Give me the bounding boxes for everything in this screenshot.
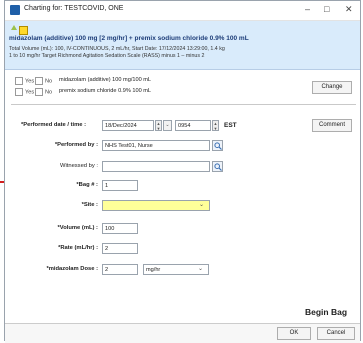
witnessed-by-field[interactable]: [102, 161, 210, 172]
checkbox-icon: [15, 77, 23, 85]
order-header: midazolam (additive) 100 mg [2 mg/hr] + …: [5, 21, 360, 70]
date-dropdown-button[interactable]: ⌄: [163, 120, 172, 131]
minimize-button[interactable]: –: [305, 4, 310, 14]
witnessed-by-label: Witnessed by :: [59, 163, 98, 169]
rate-label: *Rate (mL/hr) :: [58, 245, 98, 251]
maximize-button[interactable]: □: [324, 4, 329, 14]
action-title: Begin Bag: [305, 307, 348, 317]
window-title: Charting for: TESTCOVID, ONE: [24, 5, 124, 12]
ingredient-yes-checkbox[interactable]: Yes: [15, 77, 34, 85]
time-spinner[interactable]: ▲ ▼: [212, 120, 219, 131]
order-title: midazolam (additive) 100 mg [2 mg/hr] + …: [9, 35, 249, 42]
ingredient-name: premix sodium chloride 0.9% 100 mL: [59, 88, 152, 94]
ingredient-no-checkbox[interactable]: No: [35, 77, 52, 85]
comment-button[interactable]: Comment: [312, 119, 352, 132]
search-icon: [214, 163, 222, 171]
annotation-marker: [0, 181, 4, 183]
checkbox-icon: [35, 88, 43, 96]
order-status-icons: [10, 24, 28, 35]
time-field[interactable]: 0954: [175, 120, 211, 131]
checkbox-icon: [15, 88, 23, 96]
ingredient-name: midazolam (additive) 100 mg/100 mL: [59, 77, 152, 83]
ingredient-yes-checkbox[interactable]: Yes: [15, 88, 34, 96]
yes-label: Yes: [25, 89, 35, 96]
change-button[interactable]: Change: [312, 81, 352, 94]
footer-bar: OK Cancel: [5, 323, 360, 343]
ok-button[interactable]: OK: [277, 327, 311, 340]
performed-date-label: *Performed date / time :: [21, 122, 87, 128]
site-label: *Site :: [81, 202, 98, 208]
infusion-icon: [11, 25, 17, 30]
volume-label: *Volume (mL) :: [57, 225, 98, 231]
divider: [11, 104, 356, 105]
no-label: No: [45, 78, 53, 85]
order-detail-line2: 1 to 10 mg/hr Target Richmond Agitation …: [9, 53, 205, 59]
ingredient-no-checkbox[interactable]: No: [35, 88, 52, 96]
rate-field[interactable]: 2: [102, 243, 138, 254]
dose-field[interactable]: 2: [102, 264, 138, 275]
search-icon: [214, 142, 222, 150]
midazolam-dose-label: *midazolam Dose :: [46, 266, 98, 272]
chevron-down-icon: ⌄: [198, 266, 204, 272]
order-detail-line1: Total Volume (mL): 100, IV-CONTINUOUS, 2…: [9, 46, 225, 52]
no-label: No: [45, 89, 53, 96]
performed-by-field[interactable]: NHS Test01, Nurse: [102, 140, 210, 151]
order-detail: Total Volume (mL): 100, IV-CONTINUOUS, 2…: [9, 46, 225, 60]
close-button[interactable]: ✕: [345, 4, 353, 15]
date-field[interactable]: 18/Dec/2024: [102, 120, 154, 131]
bag-number-field[interactable]: 1: [102, 180, 138, 191]
warning-icon: [19, 25, 28, 35]
chevron-down-icon: ⌄: [199, 202, 205, 208]
app-icon: [10, 5, 20, 15]
volume-field[interactable]: 100: [102, 223, 138, 234]
cancel-button[interactable]: Cancel: [317, 327, 355, 340]
charting-window: Charting for: TESTCOVID, ONE – □ ✕ midaz…: [4, 0, 361, 343]
bag-number-label: *Bag # :: [76, 182, 98, 188]
yes-label: Yes: [25, 78, 35, 85]
checkbox-icon: [35, 77, 43, 85]
title-bar: Charting for: TESTCOVID, ONE – □ ✕: [5, 1, 360, 21]
performed-by-lookup-button[interactable]: [212, 140, 223, 151]
site-dropdown[interactable]: [102, 200, 210, 211]
performed-by-label: *Performed by :: [54, 142, 98, 148]
date-spinner[interactable]: ▲ ▼: [155, 120, 162, 131]
timezone-label: EST: [224, 122, 237, 129]
witnessed-by-lookup-button[interactable]: [212, 161, 223, 172]
